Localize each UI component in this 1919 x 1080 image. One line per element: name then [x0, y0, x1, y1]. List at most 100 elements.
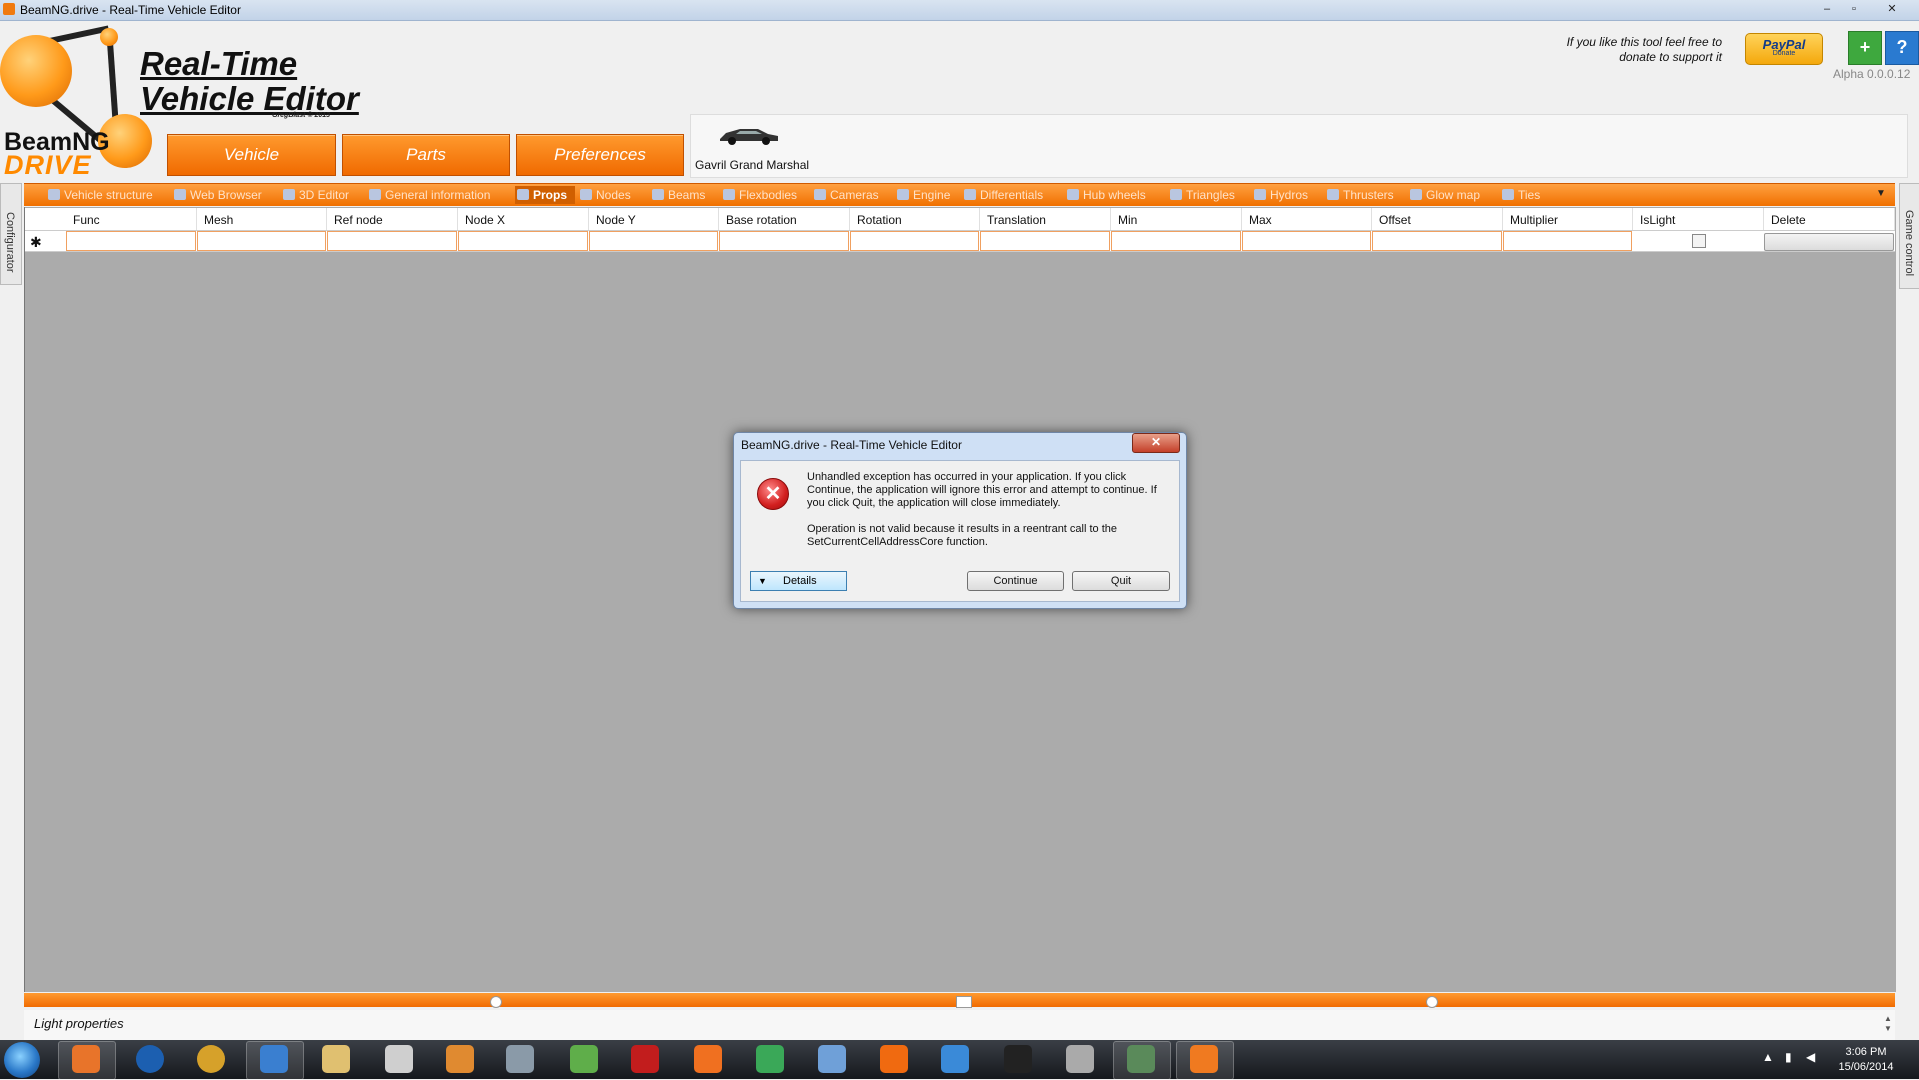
thunderbird-icon[interactable]: [260, 1045, 288, 1073]
globe-icon: [174, 189, 186, 200]
grid-cell-max[interactable]: [1242, 231, 1371, 251]
tab-label: Thrusters: [1343, 188, 1394, 202]
x-icon[interactable]: [694, 1045, 722, 1073]
maximize-button[interactable]: ▫: [1842, 1, 1866, 18]
column-header-max[interactable]: Max: [1242, 208, 1372, 230]
beamng-editor-icon[interactable]: [1190, 1045, 1218, 1073]
tab-cameras[interactable]: Cameras: [812, 186, 892, 204]
grid-cell-func[interactable]: [66, 231, 196, 251]
tab-web-browser[interactable]: Web Browser: [172, 186, 277, 204]
splitter-knob[interactable]: [1426, 996, 1438, 1008]
globe-icon[interactable]: [136, 1045, 164, 1073]
vs-icon[interactable]: [941, 1045, 969, 1073]
splitter-handle[interactable]: [956, 996, 972, 1008]
help-button[interactable]: ?: [1885, 31, 1919, 65]
tab-hydros[interactable]: Hydros: [1252, 186, 1322, 204]
tab-vehicle-structure[interactable]: Vehicle structure: [46, 186, 168, 204]
paypal-sub: Donate: [1772, 50, 1796, 57]
grid-cell-base-rotation[interactable]: [719, 231, 849, 251]
clock-date[interactable]: 15/06/2014: [1826, 1061, 1906, 1073]
gamepad-icon[interactable]: [1066, 1045, 1094, 1073]
add-button[interactable]: +: [1848, 31, 1882, 65]
grid-cell-min[interactable]: [1111, 231, 1241, 251]
tab-overflow-chevron-icon[interactable]: ▼: [1876, 188, 1886, 199]
configurator-side-tab[interactable]: Configurator: [0, 183, 22, 285]
tab-thrusters[interactable]: Thrusters: [1325, 186, 1405, 204]
column-header-min[interactable]: Min: [1111, 208, 1242, 230]
column-header-node-y[interactable]: Node Y: [589, 208, 719, 230]
explorer-icon[interactable]: [322, 1045, 350, 1073]
quit-button[interactable]: Quit: [1072, 571, 1170, 591]
tab-3d-editor[interactable]: 3D Editor: [281, 186, 365, 204]
screen-icon[interactable]: [1127, 1045, 1155, 1073]
grid-cell-node-x[interactable]: [458, 231, 588, 251]
column-header-islight[interactable]: IsLight: [1633, 208, 1764, 230]
tab-nodes[interactable]: Nodes: [578, 186, 646, 204]
64-icon[interactable]: [756, 1045, 784, 1073]
tab-general-information[interactable]: General information: [367, 186, 513, 204]
column-header-mesh[interactable]: Mesh: [197, 208, 327, 230]
delete-row-button[interactable]: [1764, 233, 1894, 251]
column-header-node-x[interactable]: Node X: [458, 208, 589, 230]
column-header-func[interactable]: Func: [66, 208, 197, 230]
grid-cell-multiplier[interactable]: [1503, 231, 1632, 251]
tab-glow-map[interactable]: Glow map: [1408, 186, 1496, 204]
nav-preferences-button[interactable]: Preferences: [516, 134, 684, 176]
network-icon[interactable]: [818, 1045, 846, 1073]
grid-cell-offset[interactable]: [1372, 231, 1502, 251]
column-header-offset[interactable]: Offset: [1372, 208, 1503, 230]
volume-icon[interactable]: ◀: [1806, 1050, 1815, 1064]
paypal-donate-button[interactable]: PayPal Donate: [1745, 33, 1823, 65]
clock-time[interactable]: 3:06 PM: [1826, 1046, 1906, 1058]
tab-label: Vehicle structure: [64, 188, 153, 202]
nav-vehicle-button[interactable]: Vehicle: [167, 134, 336, 176]
steam-icon[interactable]: [506, 1045, 534, 1073]
grid-cell-ref-node[interactable]: [327, 231, 457, 251]
continue-button[interactable]: Continue: [967, 571, 1064, 591]
column-header-rotation[interactable]: Rotation: [850, 208, 980, 230]
splitter-knob[interactable]: [490, 996, 502, 1008]
grid-cell-mesh[interactable]: [197, 231, 326, 251]
tray-expand-icon[interactable]: ▲: [1762, 1050, 1774, 1064]
tab-beams[interactable]: Beams: [650, 186, 718, 204]
column-header-multiplier[interactable]: Multiplier: [1503, 208, 1633, 230]
column-header-translation[interactable]: Translation: [980, 208, 1111, 230]
window-close-button[interactable]: ✕: [1880, 1, 1904, 18]
media-icon[interactable]: [446, 1045, 474, 1073]
firefox-icon[interactable]: [72, 1045, 100, 1073]
grid-icon: [814, 189, 826, 200]
minimize-button[interactable]: –: [1815, 1, 1839, 18]
tab-label: Glow map: [1426, 188, 1481, 202]
tab-triangles[interactable]: Triangles: [1168, 186, 1248, 204]
start-button[interactable]: [4, 1042, 40, 1078]
islight-checkbox[interactable]: [1692, 234, 1706, 248]
grid-icon: [1327, 189, 1339, 200]
car-icon[interactable]: [718, 123, 780, 147]
grid-cell-translation[interactable]: [980, 231, 1110, 251]
dialog-close-button[interactable]: ✕: [1132, 433, 1180, 453]
column-header-ref-node[interactable]: Ref node: [327, 208, 458, 230]
tab-engine[interactable]: Engine: [895, 186, 959, 204]
tab-differentials[interactable]: Differentials: [962, 186, 1062, 204]
tab-label: Ties: [1518, 188, 1541, 202]
details-button[interactable]: ▼ Details: [750, 571, 847, 591]
grid-cell-node-y[interactable]: [589, 231, 718, 251]
dot-icon: [580, 189, 592, 200]
notepad-icon[interactable]: [570, 1045, 598, 1073]
grid-cell-rotation[interactable]: [850, 231, 979, 251]
tab-ties[interactable]: Ties: [1500, 186, 1540, 204]
tab-flexbodies[interactable]: Flexbodies: [721, 186, 809, 204]
chrome-icon[interactable]: [197, 1045, 225, 1073]
tab-hub-wheels[interactable]: Hub wheels: [1065, 186, 1165, 204]
column-header-base-rotation[interactable]: Base rotation: [719, 208, 850, 230]
tab-props[interactable]: Props: [515, 186, 575, 204]
nav-parts-button[interactable]: Parts: [342, 134, 510, 176]
network-signal-icon[interactable]: ▮: [1785, 1050, 1792, 1064]
game-control-side-tab[interactable]: Game control: [1899, 183, 1919, 289]
clock-icon[interactable]: [385, 1045, 413, 1073]
column-header-delete[interactable]: Delete: [1764, 208, 1895, 230]
dots-icon[interactable]: [880, 1045, 908, 1073]
filezilla-icon[interactable]: [631, 1045, 659, 1073]
rp-icon[interactable]: [1004, 1045, 1032, 1073]
panel-scrollbar[interactable]: ▲ ▼: [1884, 1014, 1892, 1034]
